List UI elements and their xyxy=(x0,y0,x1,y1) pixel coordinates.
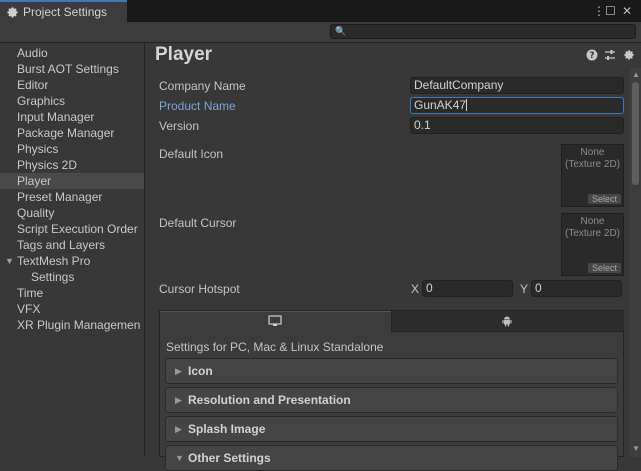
sidebar-item-editor[interactable]: Editor xyxy=(0,77,161,93)
company-name-field[interactable]: DefaultCompany xyxy=(410,77,624,94)
scroll-up-icon[interactable]: ▲ xyxy=(632,70,640,79)
foldout-splash-section[interactable]: ▶ Splash Image xyxy=(165,416,618,442)
texture-none-text: None xyxy=(580,216,605,227)
product-name-field[interactable]: GunAK47 xyxy=(410,97,624,114)
window-tab-bar: Project Settings ⋮ ☐ ✕ xyxy=(0,0,641,22)
foldout-other-settings-section[interactable]: ▼ Other Settings xyxy=(165,445,618,471)
hotspot-x-label: X xyxy=(411,282,420,296)
text-caret xyxy=(466,99,468,111)
settings-gear-icon[interactable] xyxy=(623,49,635,61)
settings-toolbar: 🔍 xyxy=(0,22,641,43)
settings-sidebar: Audio Burst AOT Settings Editor Graphics… xyxy=(0,43,161,457)
product-name-value: GunAK47 xyxy=(414,98,467,112)
sidebar-item-label: Editor xyxy=(17,78,49,92)
tab-highlight xyxy=(160,311,391,312)
sidebar-item-label: Player xyxy=(17,174,52,188)
version-label: Version xyxy=(159,119,200,133)
sidebar-item-label: VFX xyxy=(17,302,41,316)
tab-title: Project Settings xyxy=(23,5,108,19)
sidebar-item-physics-2d[interactable]: Physics 2D xyxy=(0,157,161,173)
sidebar-item-label: Package Manager xyxy=(17,126,115,140)
hotspot-y-label: Y xyxy=(520,282,529,296)
hotspot-y-field[interactable]: 0 xyxy=(531,280,622,297)
sidebar-item-label: Script Execution Order xyxy=(17,222,138,236)
collapsed-triangle-icon: ▶ xyxy=(175,395,182,405)
sidebar-item-graphics[interactable]: Graphics xyxy=(0,93,161,109)
tab-standalone[interactable] xyxy=(160,311,391,332)
project-settings-tab[interactable]: Project Settings xyxy=(0,0,127,22)
monitor-icon xyxy=(268,315,282,327)
sidebar-item-textmesh-pro[interactable]: ▼ TextMesh Pro xyxy=(0,253,161,269)
sidebar-item-label: Tags and Layers xyxy=(17,238,106,252)
close-icon[interactable]: ✕ xyxy=(622,4,632,18)
foldout-resolution-section[interactable]: ▶ Resolution and Presentation xyxy=(165,387,618,413)
foldout-label: Other Settings xyxy=(188,451,271,465)
default-icon-label: Default Icon xyxy=(159,147,224,161)
sidebar-item-quality[interactable]: Quality xyxy=(0,205,161,221)
foldout-icon-section[interactable]: ▶ Icon xyxy=(165,358,618,384)
product-name-label: Product Name xyxy=(159,99,236,113)
sidebar-item-label: Preset Manager xyxy=(17,190,103,204)
sidebar-item-input-manager[interactable]: Input Manager xyxy=(0,109,161,125)
sidebar-item-label: Time xyxy=(17,286,44,300)
foldout-label: Splash Image xyxy=(188,422,266,436)
select-button[interactable]: Select xyxy=(588,263,621,273)
maximize-icon[interactable]: ☐ xyxy=(605,4,616,18)
texture-placeholder: None (Texture 2D) xyxy=(562,216,623,240)
search-icon: 🔍 xyxy=(335,26,347,36)
version-field[interactable]: 0.1 xyxy=(410,117,624,134)
texture-none-text: None xyxy=(580,147,605,158)
sidebar-item-label: TextMesh Pro xyxy=(17,254,91,268)
select-button[interactable]: Select xyxy=(588,194,621,204)
texture-type-text: (Texture 2D) xyxy=(564,159,620,170)
cursor-hotspot-label: Cursor Hotspot xyxy=(159,282,240,296)
default-cursor-label: Default Cursor xyxy=(159,216,237,230)
help-icon[interactable]: ? xyxy=(586,49,598,61)
sidebar-item-label: Graphics xyxy=(17,94,66,108)
texture-type-text: (Texture 2D) xyxy=(564,228,620,239)
sidebar-item-package-manager[interactable]: Package Manager xyxy=(0,125,161,141)
expanded-triangle-icon: ▼ xyxy=(175,453,184,463)
sidebar-item-label: XR Plugin Managemen xyxy=(17,318,141,332)
preset-sliders-icon[interactable] xyxy=(604,49,616,61)
search-input[interactable]: 🔍 xyxy=(330,24,636,39)
platform-settings-panel: Settings for PC, Mac & Linux Standalone … xyxy=(159,310,624,471)
sidebar-item-player[interactable]: Player xyxy=(0,173,161,189)
foldout-label: Icon xyxy=(188,364,213,378)
tab-android[interactable] xyxy=(391,311,624,332)
scroll-down-icon[interactable]: ▼ xyxy=(632,444,640,453)
sidebar-item-burst[interactable]: Burst AOT Settings xyxy=(0,61,161,77)
sidebar-item-time[interactable]: Time xyxy=(0,285,161,301)
page-title: Player xyxy=(155,44,213,65)
sidebar-item-label: Burst AOT Settings xyxy=(17,62,119,76)
default-icon-texture-field[interactable]: None (Texture 2D) Select xyxy=(561,144,624,207)
sidebar-item-label: Settings xyxy=(31,270,75,284)
sidebar-item-label: Input Manager xyxy=(17,110,95,124)
platform-settings-label: Settings for PC, Mac & Linux Standalone xyxy=(166,340,384,354)
default-cursor-texture-field[interactable]: None (Texture 2D) Select xyxy=(561,213,624,276)
texture-placeholder: None (Texture 2D) xyxy=(562,147,623,171)
sidebar-item-label: Physics xyxy=(17,142,59,156)
sidebar-item-vfx[interactable]: VFX xyxy=(0,301,161,317)
svg-text:?: ? xyxy=(589,51,594,61)
sidebar-item-label: Audio xyxy=(17,46,48,60)
collapsed-triangle-icon: ▶ xyxy=(175,366,182,376)
company-name-label: Company Name xyxy=(159,79,246,93)
sidebar-item-tags-and-layers[interactable]: Tags and Layers xyxy=(0,237,161,253)
sidebar-item-script-execution-order[interactable]: Script Execution Order xyxy=(0,221,161,237)
sidebar-item-physics[interactable]: Physics xyxy=(0,141,161,157)
sidebar-item-preset-manager[interactable]: Preset Manager xyxy=(0,189,161,205)
sidebar-item-xr-plugin-management[interactable]: XR Plugin Managemen xyxy=(0,317,161,333)
foldout-label: Resolution and Presentation xyxy=(188,393,351,407)
scrollbar-thumb[interactable] xyxy=(632,82,639,185)
expanded-triangle-icon[interactable]: ▼ xyxy=(5,253,14,269)
hotspot-x-field[interactable]: 0 xyxy=(422,280,513,297)
more-icon[interactable]: ⋮ xyxy=(593,4,605,18)
sidebar-item-label: Quality xyxy=(17,206,55,220)
sidebar-item-label: Physics 2D xyxy=(17,158,78,172)
gear-icon xyxy=(6,6,19,19)
collapsed-triangle-icon: ▶ xyxy=(175,424,182,434)
android-icon xyxy=(501,315,515,327)
sidebar-item-audio[interactable]: Audio xyxy=(0,45,161,61)
